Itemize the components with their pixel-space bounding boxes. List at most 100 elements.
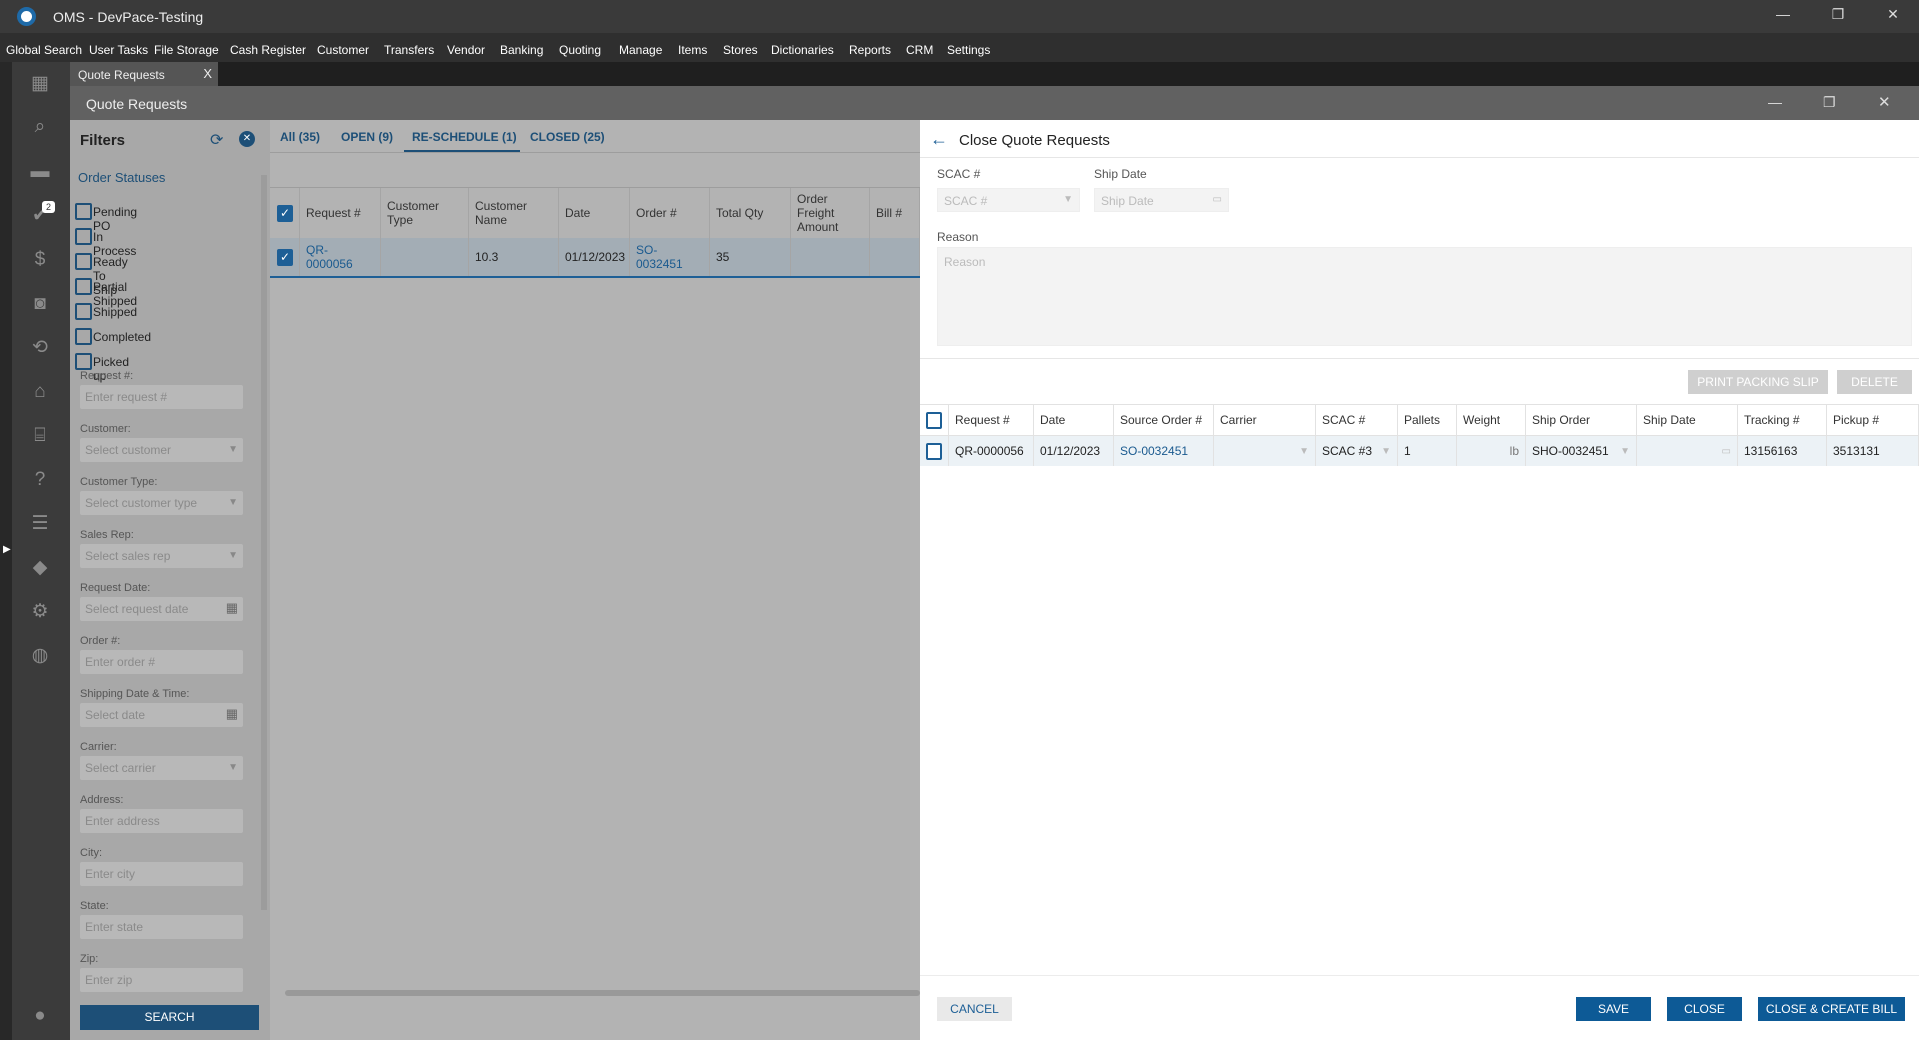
column-header[interactable]: SCAC #	[1316, 405, 1398, 435]
menu-stores[interactable]: Stores	[723, 43, 758, 57]
search-icon[interactable]: ⌕	[28, 115, 52, 139]
window-minimize-icon[interactable]: —	[1768, 94, 1782, 110]
cell-pallets[interactable]: 1	[1398, 436, 1457, 466]
expand-arrow-icon[interactable]: ▶	[3, 544, 11, 555]
dollar-icon[interactable]: $	[28, 248, 52, 272]
cell-ship-order[interactable]: SHO-0032451 ▼	[1526, 436, 1637, 466]
column-header[interactable]: Ship Date	[1637, 405, 1738, 435]
filters-scrollbar[interactable]	[261, 175, 267, 910]
filter-text-input[interactable]: Enter order #	[80, 650, 243, 674]
filter-text-input[interactable]: Enter request #	[80, 385, 243, 409]
status-checkbox[interactable]	[75, 328, 92, 345]
column-header[interactable]: Ship Order	[1526, 405, 1637, 435]
minimize-icon[interactable]: —	[1768, 6, 1798, 22]
column-header[interactable]: Bill #	[870, 188, 920, 238]
dashboard-icon[interactable]: ▦	[28, 72, 52, 96]
filter-text-input[interactable]: Enter address	[80, 809, 243, 833]
cell-pickup[interactable]: 3513131	[1827, 436, 1919, 466]
menu-items[interactable]: Items	[678, 43, 707, 57]
filter-text-input[interactable]: Enter city	[80, 862, 243, 886]
table-cell[interactable]: SO-0032451	[630, 238, 710, 276]
row-checkbox[interactable]: ✓	[277, 248, 293, 266]
column-header[interactable]: Tracking #	[1738, 405, 1827, 435]
column-header[interactable]: Date	[1034, 405, 1114, 435]
cancel-button[interactable]: CANCEL	[937, 997, 1012, 1021]
column-header[interactable]: Weight	[1457, 405, 1526, 435]
select-all-checkbox[interactable]: ✓	[277, 204, 293, 222]
contact-icon[interactable]: ◙	[28, 292, 52, 316]
cell-tracking[interactable]: 13156163	[1738, 436, 1827, 466]
cell-source[interactable]: SO-0032451	[1114, 436, 1214, 466]
reason-textarea[interactable]: Reason	[937, 247, 1912, 346]
cell-value[interactable]: SO-0032451	[1120, 444, 1188, 458]
filter-select-input[interactable]: Select sales rep ▼	[80, 544, 243, 568]
menu-transfers[interactable]: Transfers	[384, 43, 434, 57]
delete-button[interactable]: DELETE	[1837, 370, 1912, 394]
menu-settings[interactable]: Settings	[947, 43, 990, 57]
menu-cash-register[interactable]: Cash Register	[230, 43, 306, 57]
filter-date-input[interactable]: Select date ▦	[80, 703, 243, 727]
column-header[interactable]: Pickup #	[1827, 405, 1919, 435]
menu-user-tasks[interactable]: User Tasks	[89, 43, 148, 57]
store-icon[interactable]: ⌂	[28, 380, 52, 404]
column-header[interactable]: Total Qty	[710, 188, 791, 238]
menu-reports[interactable]: Reports	[849, 43, 891, 57]
quote-clipboard-icon[interactable]: ?	[28, 468, 52, 492]
column-header[interactable]: Request #	[300, 188, 381, 238]
menu-global-search[interactable]: Global Search	[6, 43, 82, 57]
status-checkbox[interactable]	[75, 203, 92, 220]
column-header[interactable]: Source Order #	[1114, 405, 1214, 435]
menu-customer[interactable]: Customer	[317, 43, 369, 57]
close-tab-icon[interactable]: X	[203, 66, 212, 81]
status-checkbox[interactable]	[75, 253, 92, 270]
globe-icon[interactable]: ◍	[28, 644, 52, 668]
filter-select-input[interactable]: Select customer ▼	[80, 438, 243, 462]
column-header[interactable]: Pallets	[1398, 405, 1457, 435]
clipboard-icon[interactable]: ☰	[28, 512, 52, 536]
horizontal-scrollbar[interactable]	[285, 990, 920, 996]
clear-filters-icon[interactable]: ✕	[239, 131, 255, 147]
column-header[interactable]: Order #	[630, 188, 710, 238]
column-header[interactable]: Date	[559, 188, 630, 238]
scac-select[interactable]: SCAC # ▼	[937, 188, 1080, 212]
table-cell[interactable]: QR-0000056	[300, 238, 381, 276]
user-icon[interactable]: ●	[28, 1004, 52, 1028]
tab-quote-requests[interactable]: Quote Requests X	[70, 62, 218, 86]
tab-open[interactable]: OPEN (9)	[341, 130, 393, 144]
tab-reschedule[interactable]: RE-SCHEDULE (1)	[412, 130, 517, 144]
transfer-icon[interactable]: ⟲	[28, 336, 52, 360]
tab-closed[interactable]: CLOSED (25)	[530, 130, 605, 144]
window-restore-icon[interactable]: ❐	[1823, 94, 1836, 111]
cell-ship-date[interactable]: ▭	[1637, 436, 1738, 466]
tab-all[interactable]: All (35)	[280, 130, 320, 144]
filter-select-input[interactable]: Select customer type ▼	[80, 491, 243, 515]
restore-icon[interactable]: ❐	[1823, 6, 1853, 23]
cell-carrier[interactable]: ▼	[1214, 436, 1316, 466]
filter-text-input[interactable]: Enter state	[80, 915, 243, 939]
status-checkbox[interactable]	[75, 303, 92, 320]
status-checkbox[interactable]	[75, 228, 92, 245]
column-header[interactable]: Customer Name	[469, 188, 559, 238]
menu-quoting[interactable]: Quoting	[559, 43, 601, 57]
column-header[interactable]: Carrier	[1214, 405, 1316, 435]
filter-select-input[interactable]: Select carrier ▼	[80, 756, 243, 780]
row-checkbox[interactable]	[926, 442, 942, 460]
filter-text-input[interactable]: Enter zip	[80, 968, 243, 992]
cell-scac[interactable]: SCAC #3 ▼	[1316, 436, 1398, 466]
save-button[interactable]: SAVE	[1576, 997, 1651, 1021]
close-and-create-bill-button[interactable]: CLOSE & CREATE BILL	[1758, 997, 1905, 1021]
filter-date-input[interactable]: Select request date ▦	[80, 597, 243, 621]
gear-icon[interactable]: ⚙	[28, 600, 52, 624]
column-header[interactable]: Request #	[949, 405, 1034, 435]
search-button[interactable]: SEARCH	[80, 1005, 259, 1030]
column-header[interactable]: Order Freight Amount	[791, 188, 870, 238]
status-checkbox[interactable]	[75, 278, 92, 295]
select-all-checkbox[interactable]	[926, 411, 942, 429]
refresh-icon[interactable]: ⟳	[210, 130, 223, 150]
menu-vendor[interactable]: Vendor	[447, 43, 485, 57]
folder-icon[interactable]: ▬	[28, 160, 52, 184]
bank-icon[interactable]: ⌸	[28, 424, 52, 448]
window-close-icon[interactable]: ✕	[1878, 93, 1891, 111]
menu-dictionaries[interactable]: Dictionaries	[771, 43, 834, 57]
menu-banking[interactable]: Banking	[500, 43, 543, 57]
